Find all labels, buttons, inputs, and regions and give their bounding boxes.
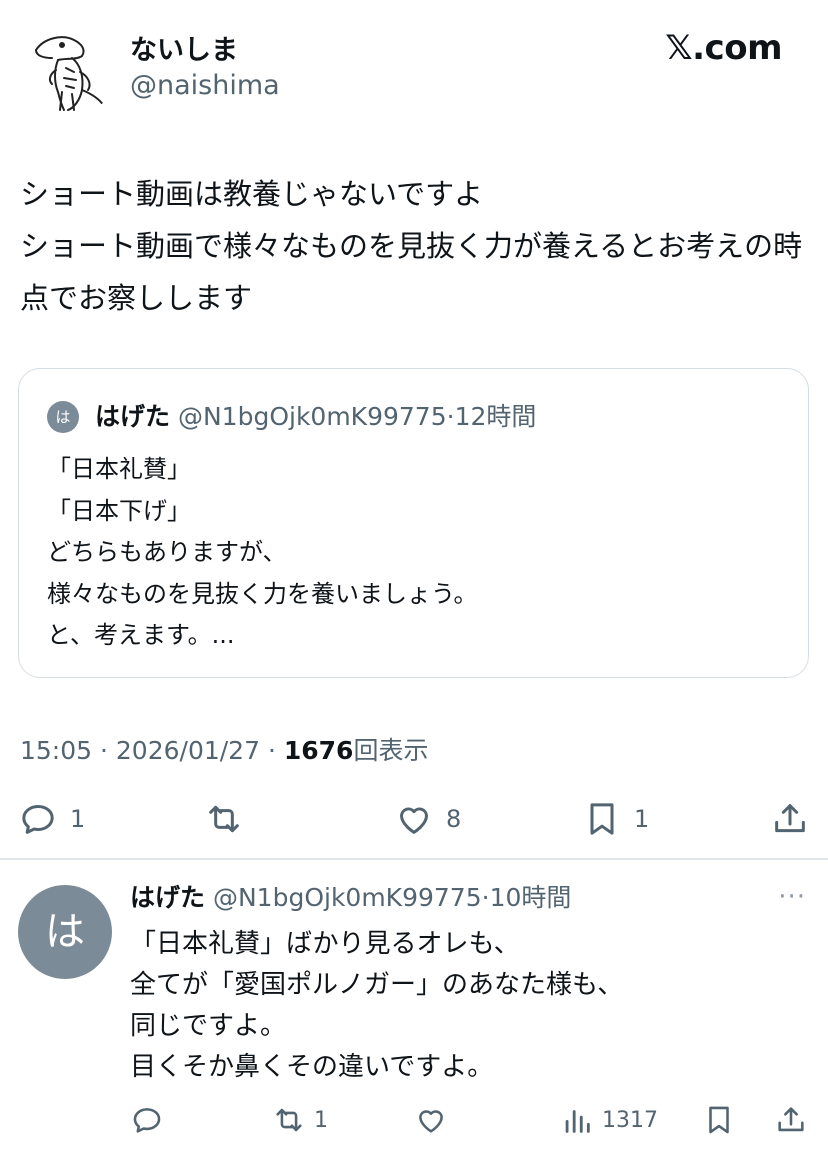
share-button[interactable]: [770, 795, 810, 843]
reply-author-avatar[interactable]: は: [18, 885, 112, 979]
post-time: 15:05: [20, 736, 93, 765]
stamp-separator-1: ·: [100, 736, 108, 765]
author-display-name[interactable]: ないしま: [130, 28, 238, 67]
bookmark-icon: [590, 803, 614, 835]
dinosaur-sketch-avatar-icon: [23, 21, 117, 115]
post-detail-screen: ないしま @naishima 𝕏.com ショート動画は教養じゃないですよ ショ…: [0, 0, 828, 1153]
reply-author-name[interactable]: はげた: [130, 883, 205, 912]
like-button[interactable]: 8: [394, 795, 461, 843]
post-date: 2026/01/27: [115, 736, 260, 765]
more-options-icon[interactable]: ···: [778, 882, 806, 912]
quoted-post-header: はげた @N1bgOjk0mK99775·12時間: [95, 397, 536, 433]
divider: [0, 858, 828, 860]
post-action-bar: 1 8 1: [0, 795, 828, 843]
bookmark-count: 1: [634, 805, 650, 833]
reply-button[interactable]: 1: [18, 795, 85, 843]
stamp-separator-2: ·: [267, 736, 276, 765]
repost-icon: [209, 805, 239, 833]
reply-reply-button[interactable]: [130, 1098, 164, 1142]
author-avatar[interactable]: [22, 20, 118, 116]
heart-icon: [400, 807, 428, 834]
repost-icon: [276, 1108, 302, 1132]
quoted-author-handle: @N1bgOjk0mK99775: [177, 402, 447, 431]
reply-header: はげた @N1bgOjk0mK99775·10時間: [130, 878, 571, 914]
post-text: ショート動画は教養じゃないですよ ショート動画で様々なものを見抜く力が養えるとお…: [20, 177, 803, 315]
reply-like-button[interactable]: [414, 1098, 448, 1142]
reply-icon: [133, 1108, 161, 1133]
reply-meta-separator: ·: [481, 883, 490, 912]
quoted-meta-separator: ·: [446, 402, 455, 431]
bookmark-button[interactable]: 1: [582, 795, 649, 843]
x-logo: 𝕏.com: [665, 28, 782, 68]
quoted-author-avatar[interactable]: は: [47, 401, 79, 433]
quoted-author-name: はげた: [95, 402, 171, 431]
quoted-post-time: 12時間: [454, 402, 537, 431]
reply-repost-button[interactable]: 1: [272, 1098, 328, 1142]
reply-share-button[interactable]: [774, 1098, 808, 1142]
reply-action-bar: 1 1317: [0, 1098, 828, 1142]
view-count-label: 回表示: [353, 736, 429, 765]
reply-view-count: 1317: [602, 1107, 658, 1133]
reply-author-handle[interactable]: @N1bgOjk0mK99775: [213, 883, 482, 912]
reply-views-button[interactable]: 1317: [560, 1098, 658, 1142]
repost-button[interactable]: [204, 795, 244, 843]
like-count: 8: [446, 805, 462, 833]
quoted-post-text: 「日本礼賛」 「日本下げ」 どちらもありますが、 様々なものを見抜く力を養いまし…: [47, 455, 478, 649]
quoted-post-card[interactable]: は はげた @N1bgOjk0mK99775·12時間 「日本礼賛」 「日本下げ…: [18, 368, 809, 678]
share-icon: [778, 1107, 804, 1132]
reply-bookmark-button[interactable]: [702, 1098, 736, 1142]
reply-icon: [22, 805, 54, 834]
reply-count: 1: [70, 805, 86, 833]
post-timestamp: 15:05 · 2026/01/27 · 1676回表示: [20, 731, 428, 767]
reply-text: 「日本礼賛」ばかり見るオレも、 全てが「愛国ポルノガー」のあなた様も、 同じです…: [130, 929, 624, 1082]
reply-time: 10時間: [489, 883, 572, 912]
heart-icon: [419, 1110, 443, 1133]
reply-repost-count: 1: [314, 1107, 328, 1133]
analytics-icon: [565, 1110, 590, 1133]
view-count: 1676: [283, 736, 354, 765]
bookmark-icon: [709, 1106, 729, 1134]
share-icon: [775, 804, 805, 833]
author-handle[interactable]: @naishima: [130, 70, 280, 101]
